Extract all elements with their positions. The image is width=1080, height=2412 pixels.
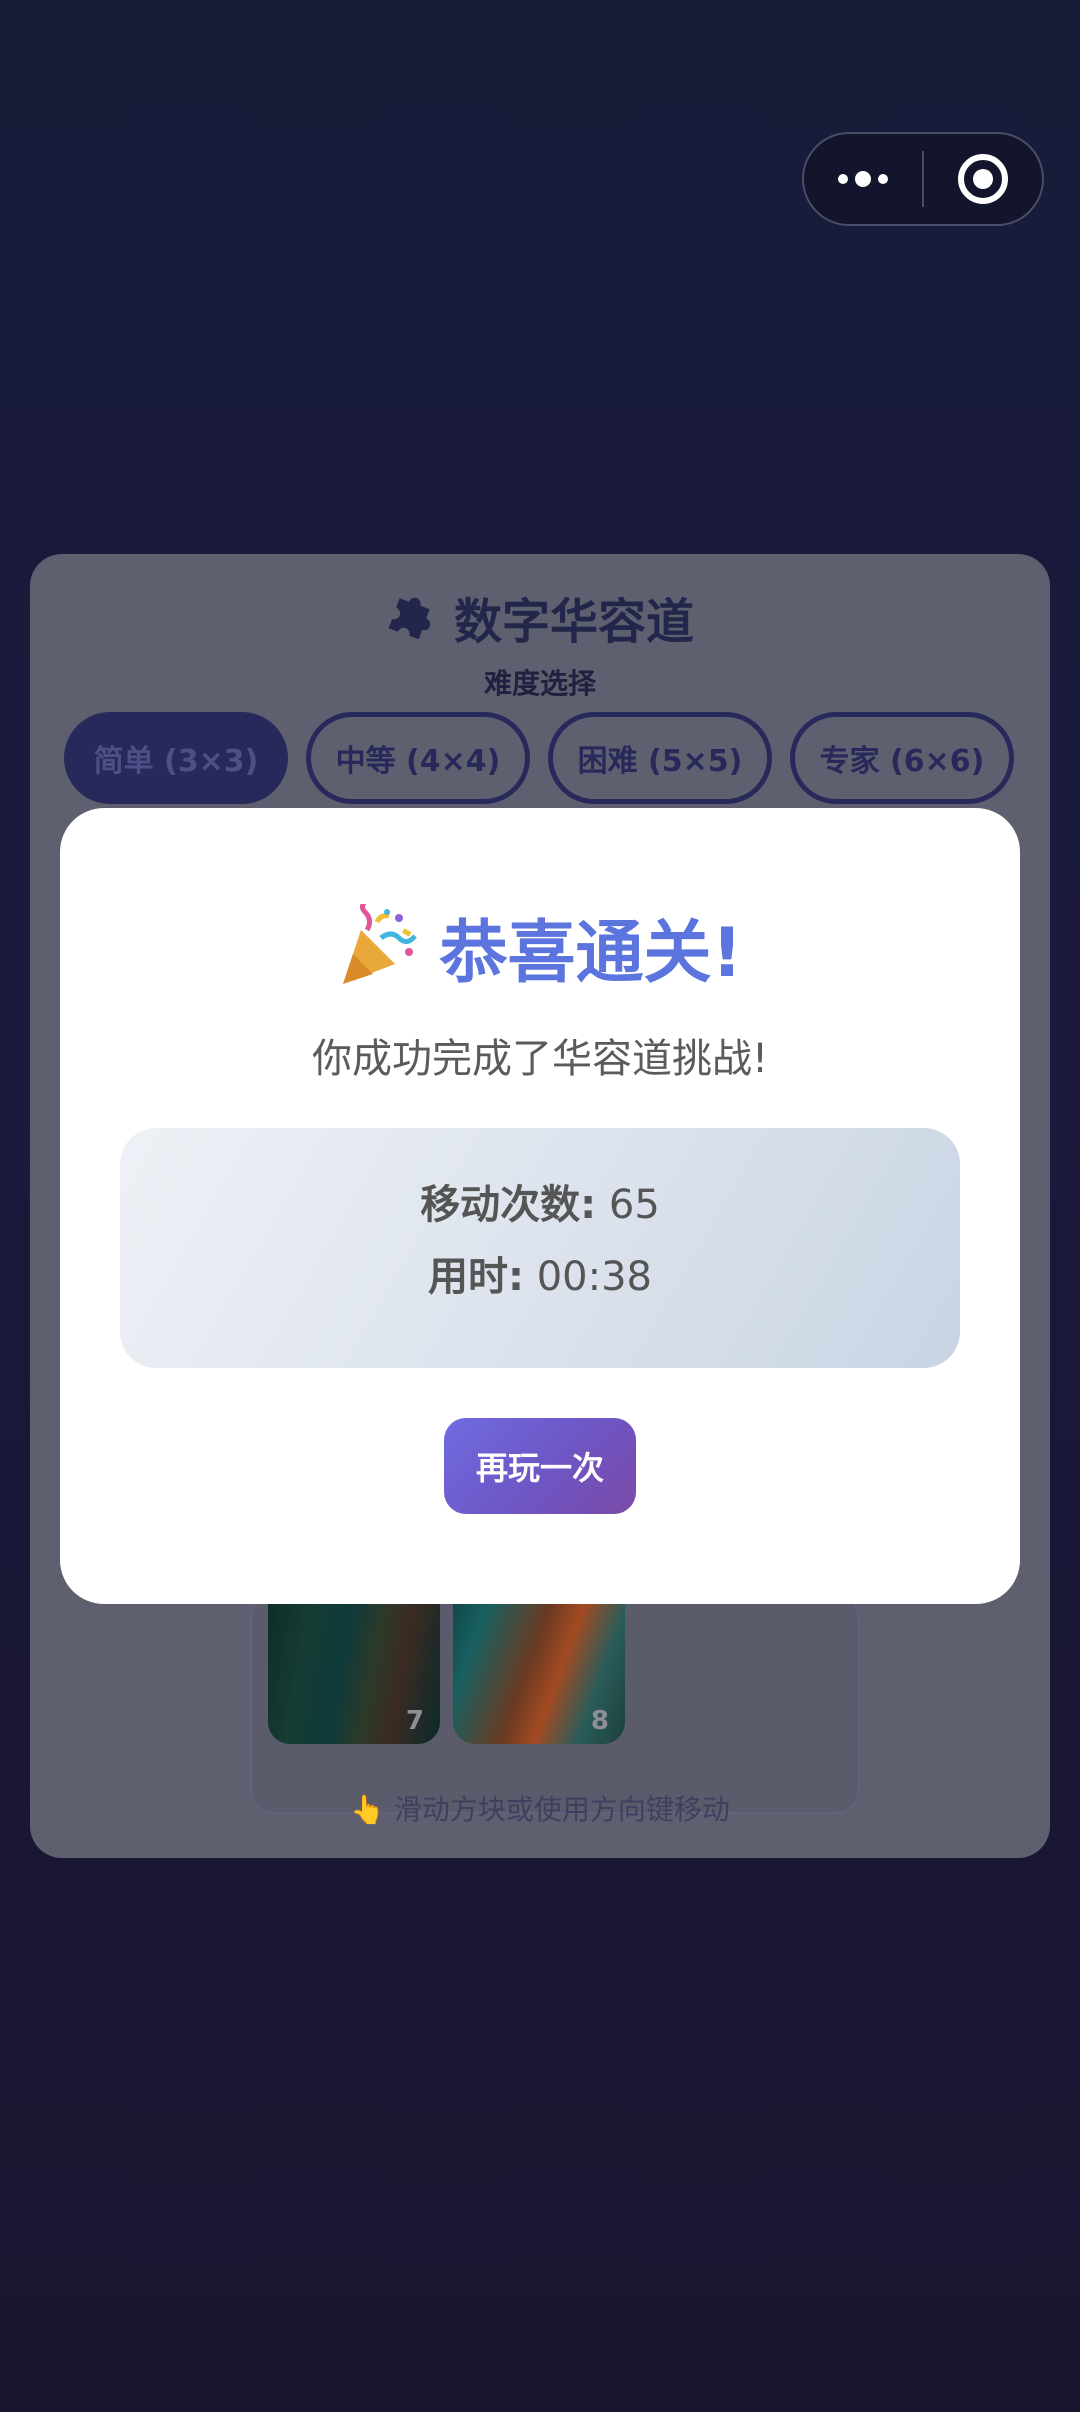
difficulty-expert-button[interactable]: 专家 (6×6) — [790, 712, 1014, 804]
difficulty-medium-button[interactable]: 中等 (4×4) — [306, 712, 530, 804]
modal-title-text: 恭喜通关! — [439, 913, 743, 993]
modal-title: 恭喜通关! — [60, 898, 1020, 994]
tile-number: 8 — [590, 1706, 609, 1736]
modal-subtitle: 你成功完成了华容道挑战! — [311, 1036, 769, 1082]
difficulty-selector: 简单 (3×3) 中等 (4×4) 困难 (5×5) 专家 (6×6) — [64, 712, 1014, 804]
time-label: 用时: — [428, 1254, 524, 1300]
close-miniprogram-button[interactable] — [924, 134, 1042, 224]
tile-number: 7 — [405, 1706, 424, 1736]
stats-panel: 移动次数: 65 用时: 00:38 — [120, 1128, 960, 1368]
success-modal: 恭喜通关! 你成功完成了华容道挑战! 移动次数: 65 用时: 00:38 再玩… — [60, 808, 1020, 1604]
time-value: 00:38 — [536, 1254, 652, 1300]
moves-value: 65 — [608, 1182, 660, 1228]
target-circle-icon — [957, 154, 1008, 204]
more-dots-icon — [838, 171, 888, 187]
difficulty-easy-button[interactable]: 简单 (3×3) — [64, 712, 288, 804]
difficulty-hard-button[interactable]: 困难 (5×5) — [548, 712, 772, 804]
moves-label: 移动次数: — [420, 1182, 597, 1228]
game-title: 数字华容道 — [30, 584, 1050, 650]
more-button[interactable] — [804, 134, 922, 224]
control-hint: 👆 滑动方块或使用方向键移动 — [350, 1793, 730, 1826]
moves-stat: 移动次数: 65 — [120, 1172, 960, 1230]
game-title-text: 数字华容道 — [453, 594, 694, 650]
party-popper-icon — [343, 904, 418, 984]
miniprogram-capsule — [802, 132, 1044, 226]
time-stat: 用时: 00:38 — [120, 1244, 960, 1302]
puzzle-piece-icon — [388, 597, 431, 640]
difficulty-label: 难度选择 — [483, 667, 596, 700]
play-again-button[interactable]: 再玩一次 — [444, 1418, 636, 1514]
